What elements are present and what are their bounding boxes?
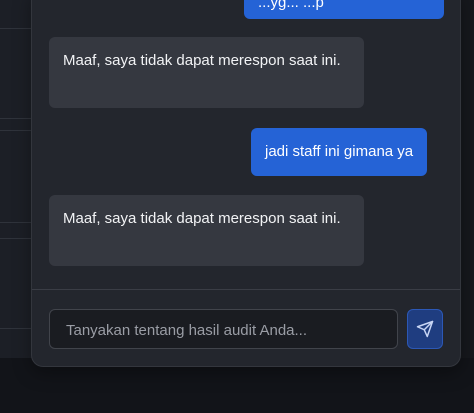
chat-input[interactable]	[64, 310, 387, 350]
bot-message: Maaf, saya tidak dapat merespon saat ini…	[49, 195, 364, 266]
chat-window: ...yg... ...p Maaf, saya tidak dapat mer…	[31, 0, 461, 367]
send-icon	[416, 320, 434, 338]
chat-input-container	[49, 309, 398, 350]
user-message: jadi staff ini gimana ya	[251, 128, 428, 176]
send-button[interactable]	[407, 309, 443, 349]
user-message: ...yg... ...p	[244, 0, 444, 19]
message-list: ...yg... ...p Maaf, saya tidak dapat mer…	[32, 0, 460, 289]
bot-message: Maaf, saya tidak dapat merespon saat ini…	[49, 37, 364, 108]
composer-divider	[32, 289, 460, 290]
